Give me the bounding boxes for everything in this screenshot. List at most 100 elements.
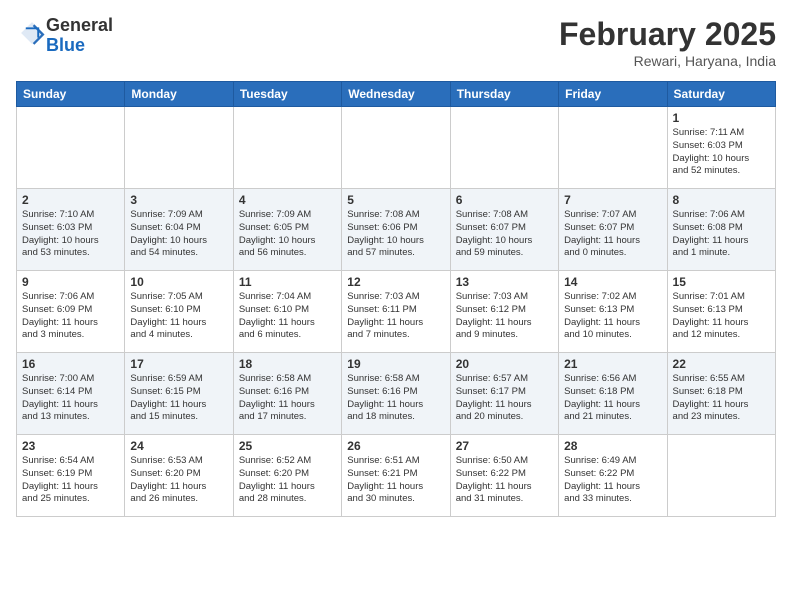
day-info: Sunrise: 7:02 AM Sunset: 6:13 PM Dayligh… <box>564 291 661 342</box>
calendar-cell: 10 Sunrise: 7:05 AM Sunset: 6:10 PM Dayli… <box>125 271 233 353</box>
day-number: 19 <box>347 357 444 371</box>
day-info: Sunrise: 7:09 AM Sunset: 6:04 PM Dayligh… <box>130 209 227 260</box>
day-info: Sunrise: 6:56 AM Sunset: 6:18 PM Dayligh… <box>564 373 661 424</box>
logo-blue-text: Blue <box>46 35 85 55</box>
day-info: Sunrise: 6:58 AM Sunset: 6:16 PM Dayligh… <box>347 373 444 424</box>
calendar-cell <box>559 107 667 189</box>
day-number: 1 <box>673 111 770 125</box>
day-number: 20 <box>456 357 553 371</box>
day-info: Sunrise: 7:10 AM Sunset: 6:03 PM Dayligh… <box>22 209 119 260</box>
day-number: 6 <box>456 193 553 207</box>
day-header-wednesday: Wednesday <box>342 82 450 107</box>
day-number: 27 <box>456 439 553 453</box>
day-info: Sunrise: 7:08 AM Sunset: 6:07 PM Dayligh… <box>456 209 553 260</box>
day-info: Sunrise: 7:05 AM Sunset: 6:10 PM Dayligh… <box>130 291 227 342</box>
calendar-cell: 12 Sunrise: 7:03 AM Sunset: 6:11 PM Dayli… <box>342 271 450 353</box>
day-header-thursday: Thursday <box>450 82 558 107</box>
day-info: Sunrise: 7:03 AM Sunset: 6:12 PM Dayligh… <box>456 291 553 342</box>
day-number: 10 <box>130 275 227 289</box>
day-number: 8 <box>673 193 770 207</box>
day-number: 2 <box>22 193 119 207</box>
calendar-cell <box>450 107 558 189</box>
logo: General Blue <box>16 16 113 56</box>
calendar-header-row: SundayMondayTuesdayWednesdayThursdayFrid… <box>17 82 776 107</box>
calendar-cell: 1 Sunrise: 7:11 AM Sunset: 6:03 PM Daylig… <box>667 107 775 189</box>
day-number: 14 <box>564 275 661 289</box>
day-info: Sunrise: 6:51 AM Sunset: 6:21 PM Dayligh… <box>347 455 444 506</box>
calendar-cell <box>233 107 341 189</box>
page-header: General Blue February 2025 Rewari, Harya… <box>16 16 776 69</box>
day-info: Sunrise: 7:07 AM Sunset: 6:07 PM Dayligh… <box>564 209 661 260</box>
day-number: 3 <box>130 193 227 207</box>
day-info: Sunrise: 7:06 AM Sunset: 6:08 PM Dayligh… <box>673 209 770 260</box>
day-number: 5 <box>347 193 444 207</box>
day-number: 26 <box>347 439 444 453</box>
day-info: Sunrise: 7:08 AM Sunset: 6:06 PM Dayligh… <box>347 209 444 260</box>
title-block: February 2025 Rewari, Haryana, India <box>559 16 776 69</box>
day-number: 24 <box>130 439 227 453</box>
calendar-cell: 4 Sunrise: 7:09 AM Sunset: 6:05 PM Daylig… <box>233 189 341 271</box>
calendar-cell: 22 Sunrise: 6:55 AM Sunset: 6:18 PM Dayli… <box>667 353 775 435</box>
day-info: Sunrise: 6:52 AM Sunset: 6:20 PM Dayligh… <box>239 455 336 506</box>
day-info: Sunrise: 7:09 AM Sunset: 6:05 PM Dayligh… <box>239 209 336 260</box>
calendar-cell: 23 Sunrise: 6:54 AM Sunset: 6:19 PM Dayli… <box>17 435 125 517</box>
day-number: 17 <box>130 357 227 371</box>
calendar-cell: 27 Sunrise: 6:50 AM Sunset: 6:22 PM Dayli… <box>450 435 558 517</box>
day-header-monday: Monday <box>125 82 233 107</box>
day-number: 16 <box>22 357 119 371</box>
day-info: Sunrise: 7:03 AM Sunset: 6:11 PM Dayligh… <box>347 291 444 342</box>
day-number: 7 <box>564 193 661 207</box>
calendar-cell: 24Sunrise: 6:53 AM Sunset: 6:20 PM Dayli… <box>125 435 233 517</box>
calendar-cell: 18 Sunrise: 6:58 AM Sunset: 6:16 PM Dayli… <box>233 353 341 435</box>
day-info: Sunrise: 6:54 AM Sunset: 6:19 PM Dayligh… <box>22 455 119 506</box>
calendar-cell <box>17 107 125 189</box>
day-info: Sunrise: 6:59 AM Sunset: 6:15 PM Dayligh… <box>130 373 227 424</box>
month-title: February 2025 <box>559 16 776 53</box>
calendar-cell: 5 Sunrise: 7:08 AM Sunset: 6:06 PM Daylig… <box>342 189 450 271</box>
logo-general-text: General <box>46 15 113 35</box>
day-info: Sunrise: 6:55 AM Sunset: 6:18 PM Dayligh… <box>673 373 770 424</box>
day-info: Sunrise: 7:11 AM Sunset: 6:03 PM Dayligh… <box>673 127 770 178</box>
day-header-tuesday: Tuesday <box>233 82 341 107</box>
calendar-cell: 19 Sunrise: 6:58 AM Sunset: 6:16 PM Dayli… <box>342 353 450 435</box>
location: Rewari, Haryana, India <box>559 53 776 69</box>
day-info: Sunrise: 6:50 AM Sunset: 6:22 PM Dayligh… <box>456 455 553 506</box>
calendar-cell: 11Sunrise: 7:04 AM Sunset: 6:10 PM Dayli… <box>233 271 341 353</box>
calendar-cell: 25 Sunrise: 6:52 AM Sunset: 6:20 PM Dayli… <box>233 435 341 517</box>
day-number: 11 <box>239 275 336 289</box>
day-number: 9 <box>22 275 119 289</box>
calendar-cell: 28 Sunrise: 6:49 AM Sunset: 6:22 PM Dayli… <box>559 435 667 517</box>
calendar-cell: 2 Sunrise: 7:10 AM Sunset: 6:03 PM Daylig… <box>17 189 125 271</box>
calendar-cell <box>342 107 450 189</box>
logo-icon <box>18 19 46 47</box>
day-number: 13 <box>456 275 553 289</box>
day-number: 15 <box>673 275 770 289</box>
day-number: 23 <box>22 439 119 453</box>
day-header-friday: Friday <box>559 82 667 107</box>
calendar-cell: 3 Sunrise: 7:09 AM Sunset: 6:04 PM Daylig… <box>125 189 233 271</box>
day-number: 28 <box>564 439 661 453</box>
calendar-cell: 8 Sunrise: 7:06 AM Sunset: 6:08 PM Daylig… <box>667 189 775 271</box>
calendar-cell: 6 Sunrise: 7:08 AM Sunset: 6:07 PM Daylig… <box>450 189 558 271</box>
day-number: 12 <box>347 275 444 289</box>
day-number: 4 <box>239 193 336 207</box>
day-info: Sunrise: 6:58 AM Sunset: 6:16 PM Dayligh… <box>239 373 336 424</box>
day-header-sunday: Sunday <box>17 82 125 107</box>
day-header-saturday: Saturday <box>667 82 775 107</box>
calendar-cell: 7 Sunrise: 7:07 AM Sunset: 6:07 PM Daylig… <box>559 189 667 271</box>
day-number: 25 <box>239 439 336 453</box>
calendar-cell: 21 Sunrise: 6:56 AM Sunset: 6:18 PM Dayli… <box>559 353 667 435</box>
calendar-cell: 14 Sunrise: 7:02 AM Sunset: 6:13 PM Dayli… <box>559 271 667 353</box>
calendar-table: SundayMondayTuesdayWednesdayThursdayFrid… <box>16 81 776 517</box>
day-number: 21 <box>564 357 661 371</box>
day-info: Sunrise: 6:49 AM Sunset: 6:22 PM Dayligh… <box>564 455 661 506</box>
day-number: 22 <box>673 357 770 371</box>
day-info: Sunrise: 7:01 AM Sunset: 6:13 PM Dayligh… <box>673 291 770 342</box>
calendar-cell: 13 Sunrise: 7:03 AM Sunset: 6:12 PM Dayli… <box>450 271 558 353</box>
calendar-cell <box>125 107 233 189</box>
calendar-cell: 17 Sunrise: 6:59 AM Sunset: 6:15 PM Dayli… <box>125 353 233 435</box>
day-info: Sunrise: 7:06 AM Sunset: 6:09 PM Dayligh… <box>22 291 119 342</box>
day-info: Sunrise: 7:00 AM Sunset: 6:14 PM Dayligh… <box>22 373 119 424</box>
day-number: 18 <box>239 357 336 371</box>
calendar-cell <box>667 435 775 517</box>
